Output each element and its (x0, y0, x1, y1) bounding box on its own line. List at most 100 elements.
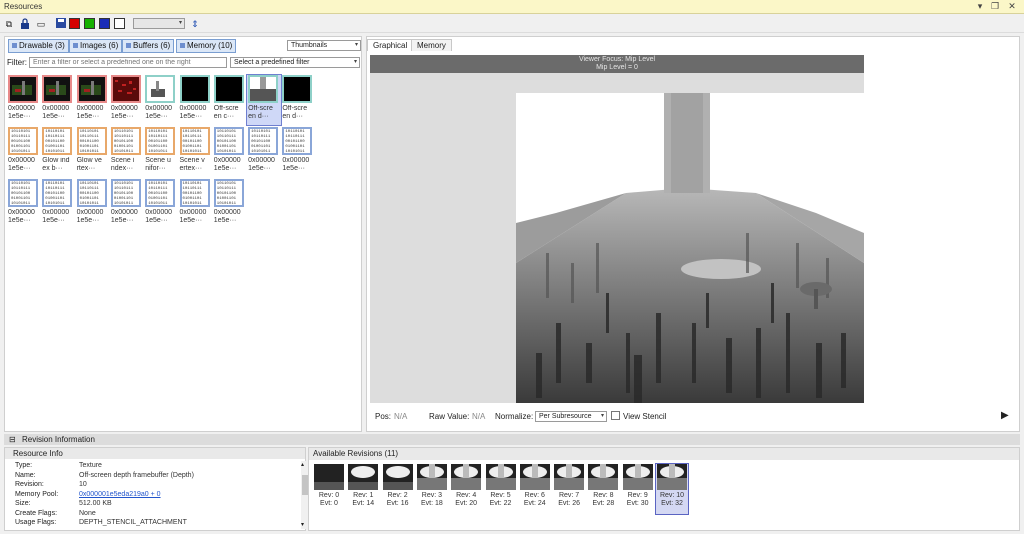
lock-icon[interactable] (19, 18, 31, 30)
resource-tile[interactable]: 10110101 10110111 00101100 01001101 1010… (281, 127, 315, 177)
resource-tile[interactable]: 10110101 10110111 00101100 01001101 1010… (41, 127, 75, 177)
filter-images-button[interactable]: Images (6) (69, 39, 123, 53)
restore-icon[interactable]: ❐ (989, 1, 1001, 12)
resource-info-key: Revision: (15, 481, 44, 488)
resource-thumbnail (42, 75, 73, 103)
red-channel-icon[interactable] (69, 18, 80, 29)
swap-icon[interactable]: ⇕ (189, 18, 201, 30)
resource-info-key: Name: (15, 471, 36, 479)
save-icon[interactable] (55, 18, 67, 30)
revision-item[interactable]: Rev: 5 Evt: 22 (485, 464, 517, 514)
resource-tile[interactable]: Off-scre en c··· (213, 75, 247, 125)
resource-tile[interactable]: 10110101 10110111 00101100 01001101 1010… (247, 127, 281, 177)
resource-tile[interactable]: 10110101 10110111 00101100 01001101 1010… (7, 127, 41, 177)
resource-tile[interactable]: 0x00000 1e5e··· (179, 75, 213, 125)
binary-data-icon: 10110101 10110111 00101100 01001101 1010… (44, 181, 71, 205)
predefined-filter-select[interactable]: Select a predefined filter ▾ (230, 57, 360, 68)
binary-data-icon: 10110101 10110111 00101100 01001101 1010… (78, 181, 105, 205)
revision-item[interactable]: Rev: 7 Evt: 26 (553, 464, 585, 514)
revision-caption: Rev: 6 Evt: 24 (519, 492, 551, 508)
resource-thumbnail: 10110101 10110111 00101100 01001101 1010… (213, 179, 244, 207)
resource-tile[interactable]: 10110101 10110111 00101100 01001101 1010… (179, 179, 213, 229)
revision-event: Evt: 26 (558, 500, 580, 507)
resource-tile[interactable]: 10110101 10110111 00101100 01001101 1010… (110, 179, 144, 229)
resource-info-key: Usage Flags: (15, 519, 57, 526)
scroll-up-icon[interactable]: ▴ (301, 461, 304, 468)
resource-caption: Off-scre en c··· (213, 105, 239, 120)
filter-memory-button[interactable]: Memory (10) (176, 39, 237, 53)
revision-info-header[interactable]: ⊟ Revision Information (4, 434, 1020, 445)
blue-channel-icon[interactable] (99, 18, 110, 29)
normalize-select[interactable]: Per Subresource ▾ (535, 411, 607, 422)
revision-caption: Rev: 0 Evt: 0 (313, 492, 345, 508)
image-viewer[interactable]: Viewer Focus: Mip Level Mip Level = 0 (370, 55, 864, 403)
title-bar: Resources ▾ ❐ ✕ (0, 0, 1024, 14)
scroll-down-icon[interactable]: ▾ (301, 521, 304, 528)
tab-graphical[interactable]: Graphical (367, 39, 414, 51)
resource-tile[interactable]: 10110101 10110111 00101100 01001101 1010… (41, 179, 75, 229)
filter-drawable-button[interactable]: Drawable (3) (8, 39, 69, 53)
revision-caption: Rev: 3 Evt: 18 (416, 492, 448, 508)
revision-item[interactable]: Rev: 4 Evt: 20 (450, 464, 482, 514)
play-icon[interactable]: ▶ (1001, 410, 1009, 421)
resource-tile[interactable]: 0x00000 1e5e··· (7, 75, 41, 125)
filter-input[interactable] (29, 57, 227, 68)
view-mode-select[interactable]: Thumbnails ▾ (287, 40, 361, 51)
tab-memory[interactable]: Memory (411, 39, 452, 51)
resource-tile[interactable]: 10110101 10110111 00101100 01001101 1010… (213, 179, 247, 229)
raw-value: N/A (472, 412, 486, 421)
panel-icon[interactable]: ▭ (35, 18, 47, 30)
toolbar-combo[interactable]: ▾ (133, 18, 185, 29)
resource-tile[interactable]: 10110101 10110111 00101100 01001101 1010… (76, 179, 110, 229)
window-icon[interactable]: ⧉ (3, 18, 15, 30)
dropdown-icon[interactable]: ▾ (974, 1, 986, 12)
resource-tile[interactable]: Off-scre en d··· (281, 75, 315, 125)
resource-tile[interactable]: 10110101 10110111 00101100 01001101 1010… (179, 127, 213, 177)
memory-pool-link[interactable]: 0x000001e5eda219a0 + 0 (79, 491, 161, 498)
revision-caption: Rev: 7 Evt: 26 (553, 492, 585, 508)
collapse-icon[interactable]: ⊟ (9, 434, 16, 445)
mip-level-text: Mip Level = 0 (596, 64, 638, 71)
predefined-filter-value: Select a predefined filter (234, 59, 310, 66)
resource-info-row: Usage Flags: DEPTH_STENCIL_ATTACHMENT (15, 519, 187, 527)
view-stencil-checkbox[interactable] (611, 411, 620, 420)
revision-item[interactable]: Rev: 1 Evt: 14 (347, 464, 379, 514)
resource-thumbnail: 10110101 10110111 00101100 01001101 1010… (145, 127, 176, 155)
revision-item[interactable]: Rev: 0 Evt: 0 (313, 464, 345, 514)
resource-thumbnail: 10110101 10110111 00101100 01001101 1010… (76, 127, 107, 155)
revision-item[interactable]: Rev: 10 Evt: 32 (655, 463, 689, 515)
resource-tile[interactable]: 10110101 10110111 00101100 01001101 1010… (213, 127, 247, 177)
resource-tile[interactable]: 10110101 10110111 00101100 01001101 1010… (144, 127, 178, 177)
resource-tile[interactable]: 10110101 10110111 00101100 01001101 1010… (144, 179, 178, 229)
resource-info-row: Create Flags: None (15, 510, 96, 518)
resource-tile[interactable]: 10110101 10110111 00101100 01001101 1010… (110, 127, 144, 177)
resource-tile[interactable]: Off-scre en d··· (246, 74, 283, 126)
resource-info-title: Resource Info (5, 448, 305, 459)
resource-tile[interactable]: 10110101 10110111 00101100 01001101 1010… (76, 127, 110, 177)
resource-tile[interactable]: 0x00000 1e5e··· (110, 75, 144, 125)
alpha-channel-icon[interactable] (114, 18, 125, 29)
resource-thumbnail (179, 75, 210, 103)
revision-number: Rev: 8 (593, 492, 614, 499)
revision-item[interactable]: Rev: 6 Evt: 24 (519, 464, 551, 514)
filter-buffers-button[interactable]: Buffers (6) (122, 39, 175, 53)
resource-tile[interactable]: 0x00000 1e5e··· (76, 75, 110, 125)
close-icon[interactable]: ✕ (1006, 1, 1018, 12)
resource-thumbnail: 10110101 10110111 00101100 01001101 1010… (282, 127, 313, 155)
resource-tile[interactable]: 0x00000 1e5e··· (144, 75, 178, 125)
green-channel-icon[interactable] (84, 18, 95, 29)
depth-image[interactable] (516, 93, 864, 403)
revision-item[interactable]: Rev: 9 Evt: 30 (622, 464, 654, 514)
resource-tile[interactable]: 0x00000 1e5e··· (41, 75, 75, 125)
revision-item[interactable]: Rev: 8 Evt: 28 (587, 464, 619, 514)
resource-grid: 0x00000 1e5e··· 0x00000 1e5e··· 0x00000 1e… (7, 74, 347, 431)
revision-item[interactable]: Rev: 3 Evt: 18 (416, 464, 448, 514)
revision-item[interactable]: Rev: 2 Evt: 16 (382, 464, 414, 514)
scene-thumbnail-icon (78, 77, 105, 101)
resource-caption: 0x00000 1e5e··· (110, 105, 138, 120)
resource-thumbnail (110, 75, 141, 103)
binary-data-icon: 10110101 10110111 00101100 01001101 1010… (10, 129, 36, 153)
resource-tile[interactable]: 10110101 10110111 00101100 01001101 1010… (7, 179, 41, 229)
pos-value: N/A (394, 412, 408, 421)
resource-thumbnail: 10110101 10110111 00101100 01001101 1010… (8, 179, 38, 207)
